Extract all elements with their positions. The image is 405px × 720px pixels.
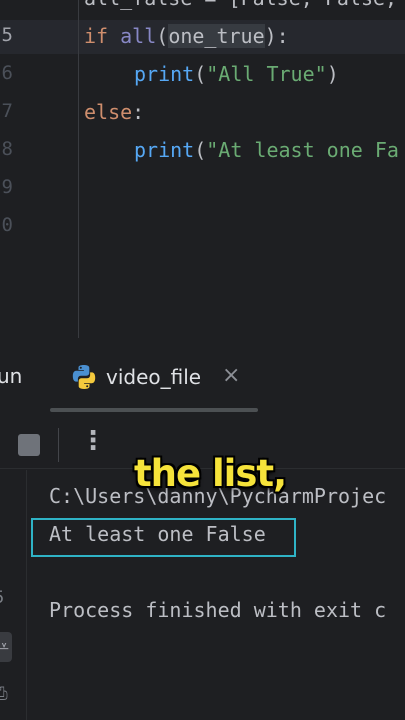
- variable-token: all_false: [84, 0, 192, 10]
- line-number: 8: [1, 138, 13, 160]
- code-token: = [False, False,: [192, 0, 397, 10]
- stop-icon[interactable]: [18, 434, 40, 456]
- paren-token: (: [194, 138, 207, 162]
- code-line[interactable]: else:: [84, 100, 144, 124]
- tab-file-label: video_file: [106, 365, 202, 389]
- console-side-toolbar: 5 ⩡ ⎙: [0, 470, 27, 720]
- builtin-token: all: [120, 24, 157, 48]
- paren-token: ):: [264, 24, 289, 48]
- print-icon[interactable]: ⎙: [0, 684, 8, 704]
- string-token: "At least one Fa: [206, 138, 399, 162]
- keyword-token: if: [84, 24, 109, 48]
- code-line[interactable]: print("All True"): [134, 62, 339, 86]
- soft-wrap-icon[interactable]: ⩡: [0, 632, 12, 662]
- function-token: print: [134, 138, 195, 162]
- variable-token: one_true: [168, 24, 265, 48]
- keyword-token: else: [84, 100, 133, 124]
- toolbar-separator: [58, 428, 59, 462]
- code-line[interactable]: all_false = [False, False,: [84, 0, 397, 10]
- paren-token: (: [194, 62, 207, 86]
- line-number: 6: [1, 62, 13, 84]
- line-number: 5: [1, 24, 13, 46]
- video-caption: the list,: [134, 452, 287, 495]
- line-number: 0: [1, 214, 13, 236]
- string-token: "All True": [206, 62, 327, 86]
- code-token: :: [132, 100, 145, 124]
- active-tab-indicator: [50, 408, 258, 412]
- python-icon: [72, 365, 96, 389]
- console-line: Process finished with exit c: [49, 598, 387, 622]
- code-editor[interactable]: 5 6 7 8 9 0 all_false = [False, False, i…: [0, 0, 405, 338]
- tab-video-file[interactable]: video_file: [70, 360, 201, 394]
- run-tab-label[interactable]: un: [0, 364, 22, 388]
- paren-token: (: [156, 24, 169, 48]
- close-icon[interactable]: ×: [222, 363, 240, 388]
- code-line[interactable]: print("At least one Fa: [134, 138, 399, 162]
- run-tab-bar: un video_file ×: [0, 338, 405, 412]
- code-line[interactable]: if all(one_true):: [84, 24, 289, 48]
- console-output[interactable]: 5 ⩡ ⎙ C:\Users\danny\PycharmProjec At le…: [0, 470, 405, 720]
- output-highlight-box: [31, 518, 296, 557]
- more-options-icon[interactable]: ⋮: [80, 426, 106, 456]
- line-number: 7: [1, 100, 13, 122]
- line-number: 9: [1, 176, 13, 198]
- gutter-divider: [78, 0, 79, 338]
- run-tool-window: un video_file × ⋮ 5 ⩡ ⎙ C:\Users\danny\P…: [0, 338, 405, 720]
- paren-token: ): [326, 62, 339, 86]
- function-token: print: [134, 62, 195, 86]
- scroll-icon[interactable]: 5: [0, 588, 4, 608]
